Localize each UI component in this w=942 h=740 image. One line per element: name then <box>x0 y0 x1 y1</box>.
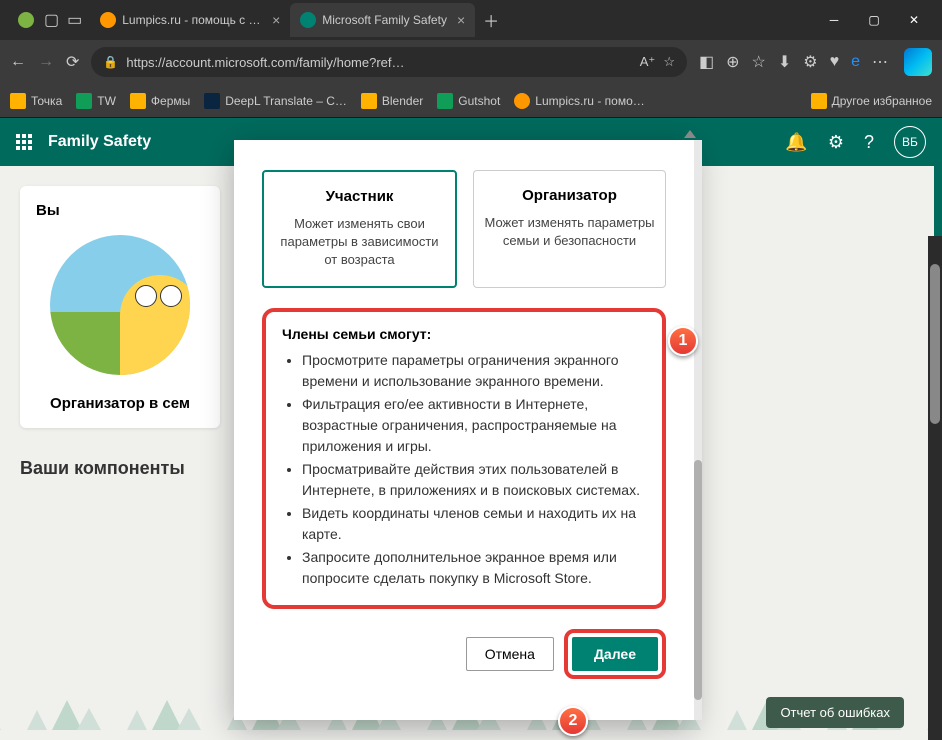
bookmark-tochka[interactable]: Точка <box>10 93 62 109</box>
titlebar: ▢ ▭ Lumpics.ru - помощь с компьют × Micr… <box>0 0 942 40</box>
toolbar: ← → ⟳ 🔒 https://account.microsoft.com/fa… <box>0 40 942 84</box>
favicon-icon <box>100 12 116 28</box>
ie-mode-icon[interactable]: e <box>851 53 860 71</box>
role-title: Участник <box>274 188 445 205</box>
refresh-button[interactable]: ⟳ <box>66 52 79 72</box>
info-item: Просматривайте действия этих пользовател… <box>302 459 646 501</box>
url-text: https://account.microsoft.com/family/hom… <box>126 55 631 70</box>
card-title: Вы <box>36 202 204 219</box>
role-title: Организатор <box>484 187 655 204</box>
bookmark-fermy[interactable]: Фермы <box>130 93 190 109</box>
reader-icon[interactable]: A⁺ <box>640 54 656 70</box>
bookmark-blender[interactable]: Blender <box>361 93 423 109</box>
bookmark-lumpics[interactable]: Lumpics.ru - помо… <box>514 93 644 109</box>
info-item: Видеть координаты членов семьи и находит… <box>302 503 646 545</box>
downloads-icon[interactable]: ⬇ <box>778 52 791 72</box>
bookmark-other[interactable]: Другое избранное <box>811 93 932 109</box>
tab-family-safety[interactable]: Microsoft Family Safety × <box>290 3 475 37</box>
workspaces-icon[interactable]: ▢ <box>44 10 59 30</box>
bookmark-gutshot[interactable]: Gutshot <box>437 93 500 109</box>
bookmarks-bar: Точка TW Фермы DeepL Translate – С… Blen… <box>0 84 942 118</box>
workspace-tab[interactable] <box>8 3 44 37</box>
copilot-button[interactable] <box>904 48 932 76</box>
new-tab-button[interactable]: ＋ <box>483 8 499 32</box>
info-item: Запросите дополнительное экранное время … <box>302 547 646 589</box>
favorite-icon[interactable]: ☆ <box>663 54 675 70</box>
role-organizer-card[interactable]: Организатор Может изменять параметры сем… <box>473 170 666 288</box>
bookmark-deepl[interactable]: DeepL Translate – С… <box>204 93 347 109</box>
permissions-info: Члены семьи смогут: Просмотрите параметр… <box>262 308 666 609</box>
info-item: Просмотрите параметры ограничения экранн… <box>302 350 646 392</box>
maximize-button[interactable]: ▢ <box>864 13 884 27</box>
settings-icon[interactable]: ⚙ <box>828 132 844 153</box>
next-highlight: Далее <box>564 629 666 679</box>
browser-window: ▢ ▭ Lumpics.ru - помощь с компьют × Micr… <box>0 0 942 740</box>
split-icon[interactable]: ◧ <box>699 52 714 72</box>
favorites-icon[interactable]: ☆ <box>752 52 766 72</box>
help-icon[interactable]: ? <box>864 132 874 153</box>
role-desc: Может изменять свои параметры в зависимо… <box>274 215 445 270</box>
performance-icon[interactable]: ♥ <box>830 53 840 71</box>
app-title: Family Safety <box>48 133 151 151</box>
you-card: Вы Организатор в сем <box>20 186 220 428</box>
add-member-modal: Участник Может изменять свои параметры в… <box>234 140 694 720</box>
report-button[interactable]: Отчет об ошибках <box>766 697 904 728</box>
back-button[interactable]: ← <box>10 53 26 71</box>
callout-2: 2 <box>558 706 588 736</box>
collections-icon[interactable]: ⊕ <box>726 52 739 72</box>
vertical-tabs-icon[interactable]: ▭ <box>67 10 82 30</box>
tab-label: Lumpics.ru - помощь с компьют <box>122 13 262 27</box>
modal-scrollbar[interactable] <box>694 140 702 720</box>
favicon-icon <box>300 12 316 28</box>
close-button[interactable]: ✕ <box>904 13 924 27</box>
callout-1: 1 <box>668 326 698 356</box>
forward-button[interactable]: → <box>38 53 54 71</box>
tab-lumpics[interactable]: Lumpics.ru - помощь с компьют × <box>90 3 290 37</box>
info-list: Просмотрите параметры ограничения экранн… <box>282 350 646 589</box>
user-avatar[interactable]: ВБ <box>894 126 926 158</box>
tab-label: Microsoft Family Safety <box>322 13 447 27</box>
waffle-icon[interactable] <box>16 134 32 150</box>
scroll-up-icon[interactable] <box>684 130 696 138</box>
info-title: Члены семьи смогут: <box>282 326 646 342</box>
minimize-button[interactable]: ─ <box>824 13 844 27</box>
info-item: Фильтрация его/ее активности в Интернете… <box>302 394 646 457</box>
menu-icon[interactable]: ⋯ <box>872 52 888 72</box>
role-desc: Может изменять параметры семьи и безопас… <box>484 214 655 250</box>
cancel-button[interactable]: Отмена <box>466 637 554 671</box>
close-icon[interactable]: × <box>457 12 465 28</box>
role-member-card[interactable]: Участник Может изменять свои параметры в… <box>262 170 457 288</box>
next-button[interactable]: Далее <box>572 637 658 671</box>
bookmark-tw[interactable]: TW <box>76 93 116 109</box>
profile-avatar <box>50 235 190 375</box>
close-icon[interactable]: × <box>272 12 280 28</box>
page-scrollbar[interactable] <box>928 236 942 740</box>
url-bar[interactable]: 🔒 https://account.microsoft.com/family/h… <box>91 47 687 77</box>
role-label: Организатор в сем <box>36 395 204 412</box>
extensions-icon[interactable]: ⚙ <box>803 52 817 72</box>
lock-icon: 🔒 <box>103 55 118 69</box>
notifications-icon[interactable]: 🔔 <box>785 132 807 153</box>
